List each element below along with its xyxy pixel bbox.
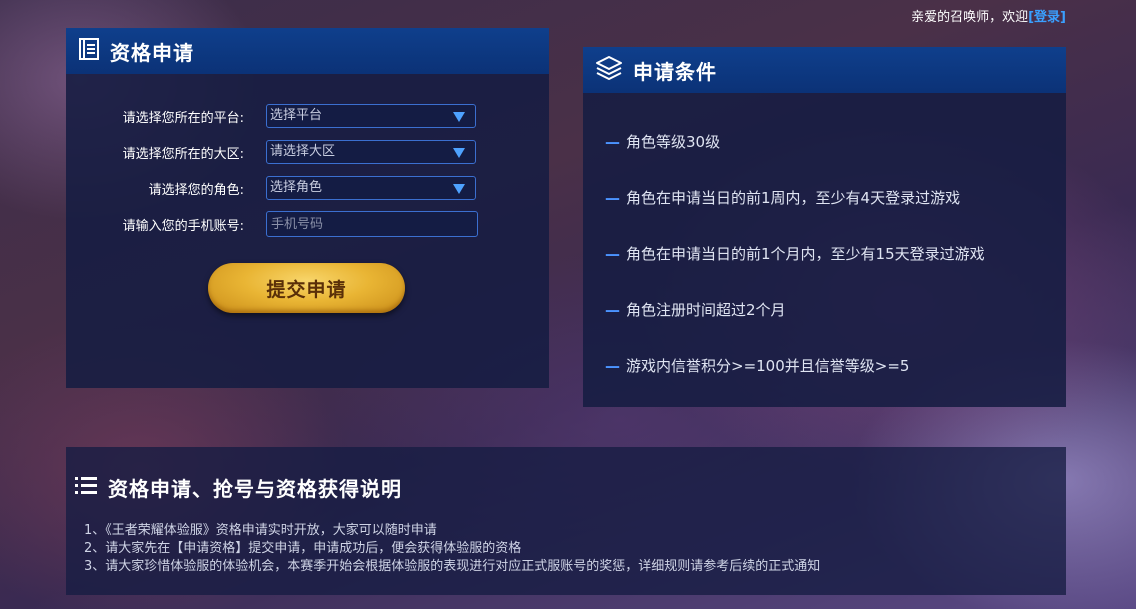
platform-select[interactable]: 选择平台 xyxy=(266,104,476,128)
notes-panel-header: 资格申请、抢号与资格获得说明 xyxy=(74,473,402,502)
document-icon xyxy=(78,38,100,64)
list-icon xyxy=(74,475,98,501)
condition-text: 角色等级30级 xyxy=(626,133,721,151)
login-bar: 亲爱的召唤师，欢迎[登录] xyxy=(911,6,1066,25)
phone-label: 请输入您的手机账号: xyxy=(122,218,244,234)
condition-text: 游戏内信誉积分>=100并且信誉等级>=5 xyxy=(626,357,910,375)
phone-input[interactable] xyxy=(266,211,478,237)
dropdown-arrow-icon xyxy=(453,184,465,194)
dash-marker: — xyxy=(605,188,620,207)
region-row: 请选择您所在的大区: 请选择大区 xyxy=(66,140,549,164)
layers-icon xyxy=(595,55,623,85)
notes-panel: 资格申请、抢号与资格获得说明 1、《王者荣耀体验服》资格申请实时开放，大家可以随… xyxy=(66,447,1066,595)
role-select[interactable]: 选择角色 xyxy=(266,176,476,200)
conditions-panel-header: 申请条件 xyxy=(583,47,1066,93)
platform-label: 请选择您所在的平台: xyxy=(122,110,244,126)
apply-panel-header: 资格申请 xyxy=(66,28,549,74)
condition-item: — 角色等级30级 xyxy=(605,131,720,152)
dash-marker: — xyxy=(605,132,620,151)
apply-panel: 资格申请 请选择您所在的平台: 选择平台 请选择您所在的大区: 请选择大区 请选… xyxy=(66,28,549,388)
phone-row: 请输入您的手机账号: xyxy=(66,211,549,237)
notes-panel-title: 资格申请、抢号与资格获得说明 xyxy=(108,477,402,501)
note-line: 3、请大家珍惜体验服的体验机会，本赛季开始会根据体验服的表现进行对应正式服账号的… xyxy=(84,559,821,574)
apply-panel-title: 资格申请 xyxy=(110,40,194,65)
condition-item: — 角色注册时间超过2个月 xyxy=(605,299,786,320)
dropdown-arrow-icon xyxy=(453,112,465,122)
platform-select-value: 选择平台 xyxy=(270,108,323,123)
role-select-value: 选择角色 xyxy=(270,180,323,195)
region-select[interactable]: 请选择大区 xyxy=(266,140,476,164)
dropdown-arrow-icon xyxy=(453,148,465,158)
region-select-value: 请选择大区 xyxy=(270,144,336,159)
role-label: 请选择您的角色: xyxy=(148,182,244,198)
platform-row: 请选择您所在的平台: 选择平台 xyxy=(66,104,549,128)
condition-item: — 角色在申请当日的前1周内，至少有4天登录过游戏 xyxy=(605,187,960,208)
condition-text: 角色在申请当日的前1个月内，至少有15天登录过游戏 xyxy=(626,245,985,263)
conditions-panel: 申请条件 — 角色等级30级 — 角色在申请当日的前1周内，至少有4天登录过游戏… xyxy=(583,47,1066,407)
note-line: 1、《王者荣耀体验服》资格申请实时开放，大家可以随时申请 xyxy=(84,523,437,538)
conditions-panel-title: 申请条件 xyxy=(633,59,717,84)
login-link[interactable]: [登录] xyxy=(1028,10,1066,25)
region-label: 请选择您所在的大区: xyxy=(122,146,244,162)
role-row: 请选择您的角色: 选择角色 xyxy=(66,176,549,200)
dash-marker: — xyxy=(605,300,620,319)
condition-text: 角色在申请当日的前1周内，至少有4天登录过游戏 xyxy=(626,189,961,207)
dash-marker: — xyxy=(605,244,620,263)
dash-marker: — xyxy=(605,356,620,375)
note-line: 2、请大家先在【申请资格】提交申请，申请成功后，便会获得体验服的资格 xyxy=(84,541,522,556)
greeting-text: 亲爱的召唤师，欢迎 xyxy=(911,10,1029,25)
submit-application-button[interactable]: 提交申请 xyxy=(208,263,405,313)
condition-item: — 游戏内信誉积分>=100并且信誉等级>=5 xyxy=(605,355,909,376)
condition-item: — 角色在申请当日的前1个月内，至少有15天登录过游戏 xyxy=(605,243,985,264)
condition-text: 角色注册时间超过2个月 xyxy=(626,301,786,319)
